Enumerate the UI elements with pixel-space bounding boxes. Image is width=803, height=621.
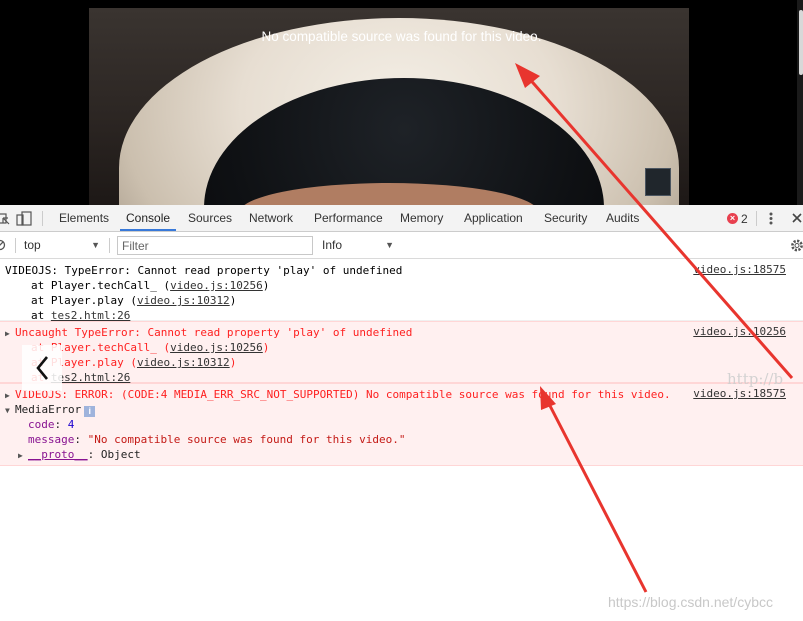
dropdown-arrow-icon: ▼: [91, 240, 100, 250]
console-settings-gear-icon[interactable]: [790, 238, 803, 253]
video-player[interactable]: No compatible source was found for this …: [0, 0, 803, 205]
tab-network[interactable]: Network: [243, 205, 299, 232]
devtools-panel: Elements Console Sources Network Perform…: [0, 205, 803, 621]
expand-triangle-icon[interactable]: ▶: [5, 326, 15, 341]
devtools-tabbar: Elements Console Sources Network Perform…: [0, 205, 803, 232]
page-scrollbar[interactable]: [797, 0, 803, 205]
object-property: code: 4: [28, 418, 75, 431]
stack-frame: at Player.play (video.js:10312): [31, 356, 237, 369]
error-count-badge[interactable]: × 2: [727, 211, 748, 226]
log-level-select[interactable]: Info ▼: [322, 237, 398, 254]
message-text: VIDEOJS: TypeError: Cannot read property…: [5, 264, 403, 277]
message-text[interactable]: ▶ Uncaught TypeError: Cannot read propert…: [5, 325, 803, 340]
message-source-link[interactable]: video.js:18575: [693, 387, 786, 400]
object-property: message: "No compatible source was found…: [28, 433, 406, 446]
stack-frame: at Player.techCall_ (video.js:10256): [31, 341, 270, 354]
source-link[interactable]: video.js:10256: [170, 279, 263, 292]
filterbar-divider: [15, 238, 16, 253]
more-options-icon[interactable]: [766, 211, 776, 226]
filterbar-divider: [109, 238, 110, 253]
message-text[interactable]: ▶ VIDEOJS: ERROR: (CODE:4 MEDIA_ERR_SRC_N…: [5, 387, 803, 402]
watermark: https://blog.csdn.net/cybcc: [608, 594, 773, 610]
tab-application[interactable]: Application: [458, 205, 529, 232]
back-navigation-button[interactable]: [22, 345, 62, 391]
context-value: top: [24, 238, 41, 252]
source-link[interactable]: video.js:10312: [137, 356, 230, 369]
source-link[interactable]: video.js:10312: [137, 294, 230, 307]
tab-elements[interactable]: Elements: [53, 205, 115, 232]
tabbar-divider: [42, 211, 43, 226]
watermark-partial: http://b: [727, 370, 784, 388]
console-messages: VIDEOJS: TypeError: Cannot read property…: [0, 260, 803, 621]
tab-memory[interactable]: Memory: [394, 205, 449, 232]
close-devtools-icon[interactable]: [791, 211, 803, 226]
dropdown-arrow-icon: ▼: [385, 240, 394, 250]
context-select[interactable]: top ▼: [24, 237, 104, 254]
stack-frame: at Player.techCall_ (video.js:10256): [31, 279, 270, 292]
tabbar-divider: [756, 211, 757, 226]
log-level-value: Info: [322, 238, 343, 252]
message-source-link[interactable]: video.js:18575: [693, 263, 786, 276]
tab-security[interactable]: Security: [538, 205, 593, 232]
error-circle-icon: ×: [727, 213, 738, 224]
tab-console[interactable]: Console: [120, 205, 177, 231]
source-link[interactable]: video.js:10256: [170, 341, 263, 354]
console-error-message: ▶ VIDEOJS: ERROR: (CODE:4 MEDIA_ERR_SRC_N…: [0, 383, 803, 466]
page-scrollbar-thumb[interactable]: [799, 10, 803, 75]
message-source-link[interactable]: video.js:10256: [693, 325, 786, 338]
clear-console-icon[interactable]: [0, 238, 7, 253]
expand-triangle-icon[interactable]: ▶: [5, 388, 15, 403]
collapse-triangle-icon[interactable]: ▼: [5, 403, 15, 418]
filter-input[interactable]: [117, 236, 313, 255]
tab-sources[interactable]: Sources: [182, 205, 238, 232]
info-icon[interactable]: i: [84, 406, 96, 417]
console-error-message: ▶ Uncaught TypeError: Cannot read propert…: [0, 321, 803, 384]
inspect-element-icon[interactable]: [0, 211, 10, 226]
console-message: VIDEOJS: TypeError: Cannot read property…: [0, 260, 803, 322]
expand-triangle-icon[interactable]: ▶: [18, 448, 28, 463]
chevron-left-icon: [36, 356, 49, 380]
stack-frame: at Player.play (video.js:10312): [31, 294, 237, 307]
device-toolbar-icon[interactable]: [16, 211, 32, 226]
console-filterbar: top ▼ Info ▼: [0, 232, 803, 259]
video-error-message: No compatible source was found for this …: [261, 29, 542, 44]
tab-audits[interactable]: Audits: [600, 205, 645, 232]
error-count: 2: [741, 211, 748, 226]
object-prototype[interactable]: ▶ __proto__: Object: [5, 447, 803, 462]
video-scene-object: [645, 168, 671, 196]
object-header[interactable]: ▼ MediaError i: [5, 402, 803, 417]
tab-performance[interactable]: Performance: [308, 205, 389, 232]
